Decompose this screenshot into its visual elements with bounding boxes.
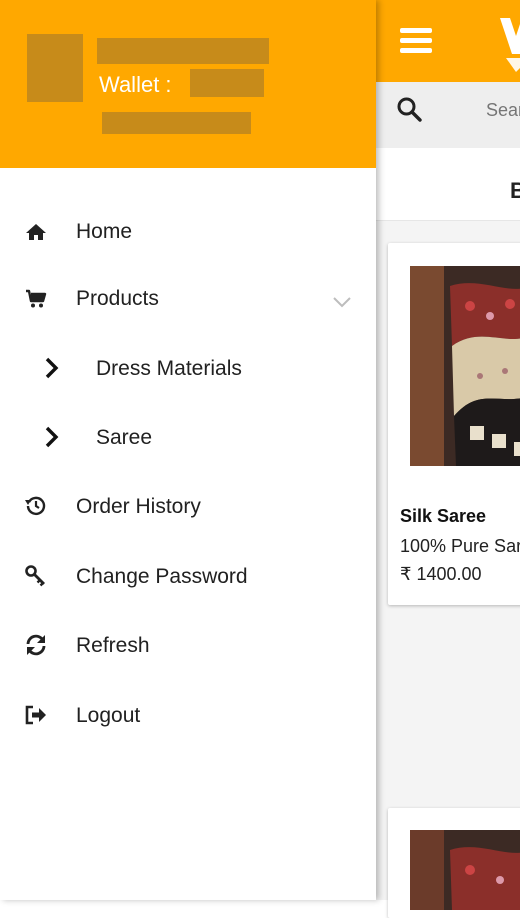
menu-item-label: Change Password (76, 565, 248, 588)
chevron-right-icon (45, 426, 59, 448)
navigation-drawer: Wallet : Home Products Dress Materials S… (0, 0, 376, 900)
menu-item-label: Logout (76, 704, 141, 727)
wallet-label: Wallet : (99, 72, 172, 97)
menu-item-label: Home (76, 220, 133, 243)
menu-item-order-history[interactable]: Order History (0, 476, 376, 536)
key-icon (25, 565, 45, 587)
product-name: Silk Saree (400, 506, 487, 526)
category-tab-strip (376, 148, 520, 221)
category-tab[interactable]: B (510, 178, 520, 204)
cart-icon (26, 289, 47, 308)
menu-item-products[interactable]: Products (0, 269, 376, 329)
refresh-icon (26, 634, 46, 656)
menu-item-label: Saree (96, 426, 153, 449)
app-logo (500, 18, 520, 72)
menu-item-refresh[interactable]: Refresh (0, 615, 376, 675)
menu-item-saree[interactable]: Saree (0, 407, 376, 467)
logout-icon (25, 705, 46, 725)
menu-icon[interactable] (400, 28, 432, 53)
menu-item-label: Products (76, 287, 159, 310)
avatar (27, 34, 83, 102)
history-icon (25, 496, 46, 516)
chevron-right-icon (45, 357, 59, 379)
menu-item-home[interactable]: Home (0, 202, 376, 262)
menu-item-change-password[interactable]: Change Password (0, 546, 376, 606)
product-image (410, 266, 520, 466)
product-description: 100% Pure Saree (400, 536, 520, 556)
menu-item-logout[interactable]: Logout (0, 685, 376, 745)
user-email-redacted (102, 112, 251, 134)
user-name-redacted (97, 38, 269, 64)
product-price: ₹ 1400.00 (400, 564, 482, 584)
search-icon[interactable] (396, 96, 422, 122)
chevron-down-icon[interactable] (332, 295, 352, 309)
home-icon (26, 224, 46, 240)
product-image (410, 830, 520, 910)
menu-item-label: Dress Materials (96, 357, 242, 380)
search-input[interactable] (486, 98, 520, 122)
wallet-balance-redacted (190, 69, 264, 97)
menu-item-label: Order History (76, 495, 201, 518)
menu-item-dress-materials[interactable]: Dress Materials (0, 338, 376, 398)
menu-item-label: Refresh (76, 634, 150, 657)
